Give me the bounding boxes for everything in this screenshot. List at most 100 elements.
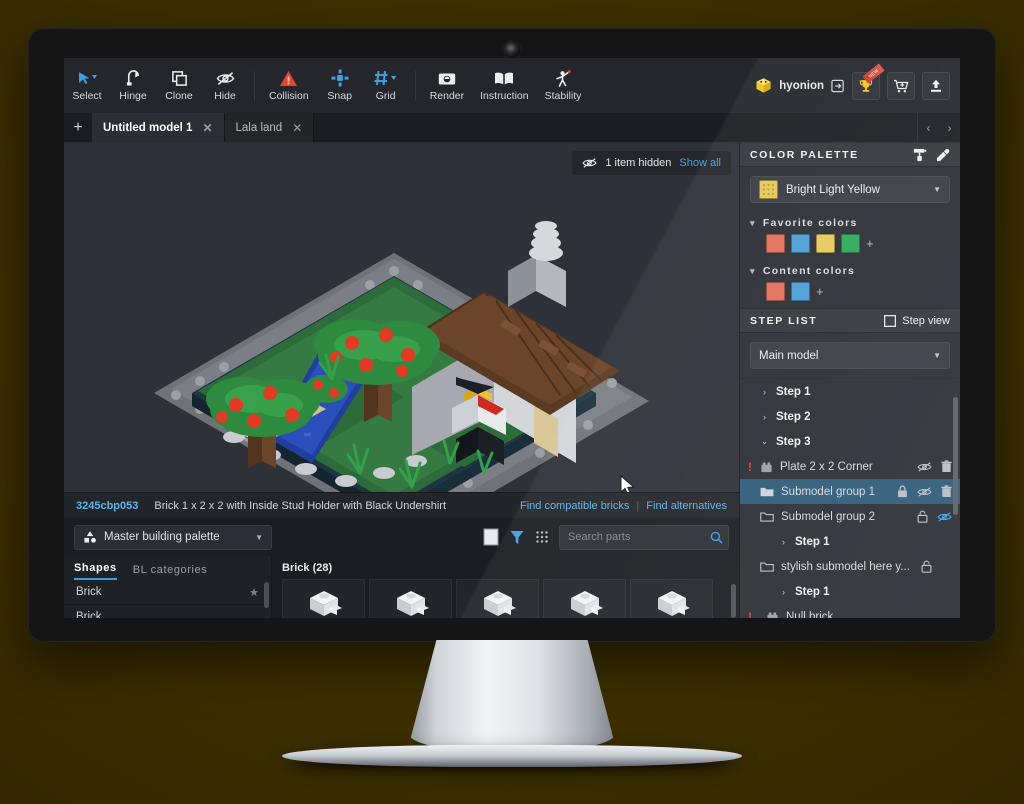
step-row[interactable]: › Step 1 [740, 379, 960, 404]
shapes-palette-icon [83, 530, 97, 544]
logout-arrow-icon[interactable] [831, 79, 845, 93]
cart-button[interactable] [887, 72, 915, 100]
color-swatch[interactable] [791, 234, 810, 253]
chevron-down-icon: ▾ [750, 266, 756, 277]
tool-collision[interactable]: Collision [261, 58, 317, 113]
tab-untitled-model-1[interactable]: Untitled model 1 ✕ [92, 113, 225, 142]
color-swatch[interactable] [816, 234, 835, 253]
find-compatible-bricks-link[interactable]: Find compatible bricks [520, 500, 629, 512]
tool-label: Select [72, 90, 101, 102]
close-icon[interactable]: ✕ [292, 121, 302, 135]
lock-open-icon[interactable] [917, 510, 928, 523]
shapes-scrollbar[interactable] [264, 582, 269, 608]
part-id-label[interactable]: 3245cbp053 [76, 500, 138, 512]
search-icon[interactable] [710, 531, 723, 544]
new-tab-button[interactable]: + [64, 113, 92, 142]
list-item[interactable]: Brick [64, 605, 271, 618]
part-tile[interactable]: Open Axle [282, 579, 365, 618]
desktop-scene: Select Hinge Clone [0, 0, 1024, 804]
add-color-button[interactable]: + [816, 284, 824, 299]
part-tile[interactable]: Open Axle [543, 579, 626, 618]
tool-hide[interactable]: Hide [202, 58, 248, 113]
show-all-link[interactable]: Show all [679, 157, 721, 169]
part-tile[interactable]: Open Axle [369, 579, 452, 618]
color-swatch[interactable] [766, 282, 785, 301]
part-tile[interactable]: Open Axle [456, 579, 539, 618]
eye-slash-icon[interactable] [917, 486, 932, 498]
submodel-row-selected[interactable]: Submodel group 1 [740, 479, 960, 504]
tab-prev-icon[interactable]: ‹ [918, 121, 939, 135]
list-item[interactable]: Brick ★ [64, 580, 271, 605]
monitor-stand-base [282, 745, 742, 767]
part-tile[interactable]: Open Axle [630, 579, 713, 618]
step-row[interactable]: › Step 1 [740, 529, 960, 554]
upload-button[interactable] [922, 72, 950, 100]
favorite-colors-header[interactable]: ▾ Favorite colors [750, 212, 950, 234]
tab-bl-categories[interactable]: BL categories [133, 564, 208, 580]
tool-label: Grid [376, 90, 396, 102]
tool-instruction[interactable]: Instruction [472, 58, 536, 113]
brick-icon [760, 461, 773, 473]
palette-tools [483, 528, 549, 546]
search-input[interactable] [568, 531, 710, 543]
selected-color-label: Bright Light Yellow [786, 184, 880, 196]
tool-label: Clone [165, 90, 192, 102]
tool-render[interactable]: Render [422, 58, 472, 113]
model-select[interactable]: Main model ▼ [750, 342, 950, 369]
chevron-right-icon[interactable]: › [779, 537, 788, 547]
lock-open-icon[interactable] [921, 560, 932, 573]
chevron-right-icon[interactable]: › [760, 412, 769, 422]
eyedropper-icon[interactable] [936, 148, 950, 162]
step-list-scrollbar[interactable] [953, 397, 958, 515]
eye-slash-icon[interactable] [917, 461, 932, 473]
find-alternatives-link[interactable]: Find alternatives [646, 500, 727, 512]
trash-icon[interactable] [941, 485, 952, 498]
chevron-right-icon[interactable]: › [779, 587, 788, 597]
tab-shapes[interactable]: Shapes [74, 562, 117, 580]
paint-roller-icon[interactable] [913, 148, 927, 162]
chevron-down-icon[interactable]: ⌄ [760, 436, 769, 447]
parts-grid-scrollbar[interactable] [731, 584, 736, 618]
folder-icon [760, 486, 774, 498]
part-row[interactable]: ! Plate 2 x 2 Corner [740, 454, 960, 479]
color-select[interactable]: Bright Light Yellow ▼ [750, 176, 950, 203]
step-row[interactable]: ⌄ Step 3 [740, 429, 960, 454]
tool-label: Snap [327, 90, 352, 102]
tool-select[interactable]: Select [64, 58, 110, 113]
close-icon[interactable]: ✕ [202, 121, 212, 135]
open-axle-brick-icon [478, 588, 518, 618]
part-row[interactable]: ! Null brick [740, 604, 960, 618]
palette-select[interactable]: Master building palette ▼ [74, 525, 272, 550]
part-label: Plate 2 x 2 Corner [780, 461, 873, 473]
white-square-icon[interactable] [483, 528, 499, 546]
tool-hinge[interactable]: Hinge [110, 58, 156, 113]
filter-funnel-icon[interactable] [510, 530, 524, 545]
model-viewport[interactable]: 1 item hidden Show all [64, 143, 739, 492]
chevron-right-icon[interactable]: › [760, 387, 769, 397]
tool-grid[interactable]: Grid [363, 58, 409, 113]
add-color-button[interactable]: + [866, 236, 874, 251]
tab-next-icon[interactable]: › [939, 121, 960, 135]
content-colors-header[interactable]: ▾ Content colors [750, 260, 950, 282]
eye-slash-active-icon[interactable] [937, 511, 952, 523]
submodel-row[interactable]: Submodel group 2 [740, 504, 960, 529]
tool-snap[interactable]: Snap [317, 58, 363, 113]
tool-stability[interactable]: Stability [537, 58, 590, 113]
lego-brick-avatar-icon[interactable] [755, 77, 772, 94]
step-row[interactable]: › Step 1 [740, 579, 960, 604]
color-swatch[interactable] [766, 234, 785, 253]
lock-icon[interactable] [897, 485, 908, 498]
step-row[interactable]: › Step 2 [740, 404, 960, 429]
tool-clone[interactable]: Clone [156, 58, 202, 113]
tab-lala-land[interactable]: Lala land ✕ [225, 113, 315, 142]
color-swatch[interactable] [841, 234, 860, 253]
step-view-checkbox[interactable] [884, 315, 896, 327]
search-parts-box[interactable] [559, 525, 729, 550]
trophy-button[interactable]: NEW [852, 72, 880, 100]
camera-icon [438, 69, 456, 87]
dot-grid-icon[interactable] [535, 530, 549, 544]
star-icon[interactable]: ★ [249, 586, 259, 599]
submodel-row[interactable]: stylish submodel here y... [740, 554, 960, 579]
trash-icon[interactable] [941, 460, 952, 473]
color-swatch[interactable] [791, 282, 810, 301]
